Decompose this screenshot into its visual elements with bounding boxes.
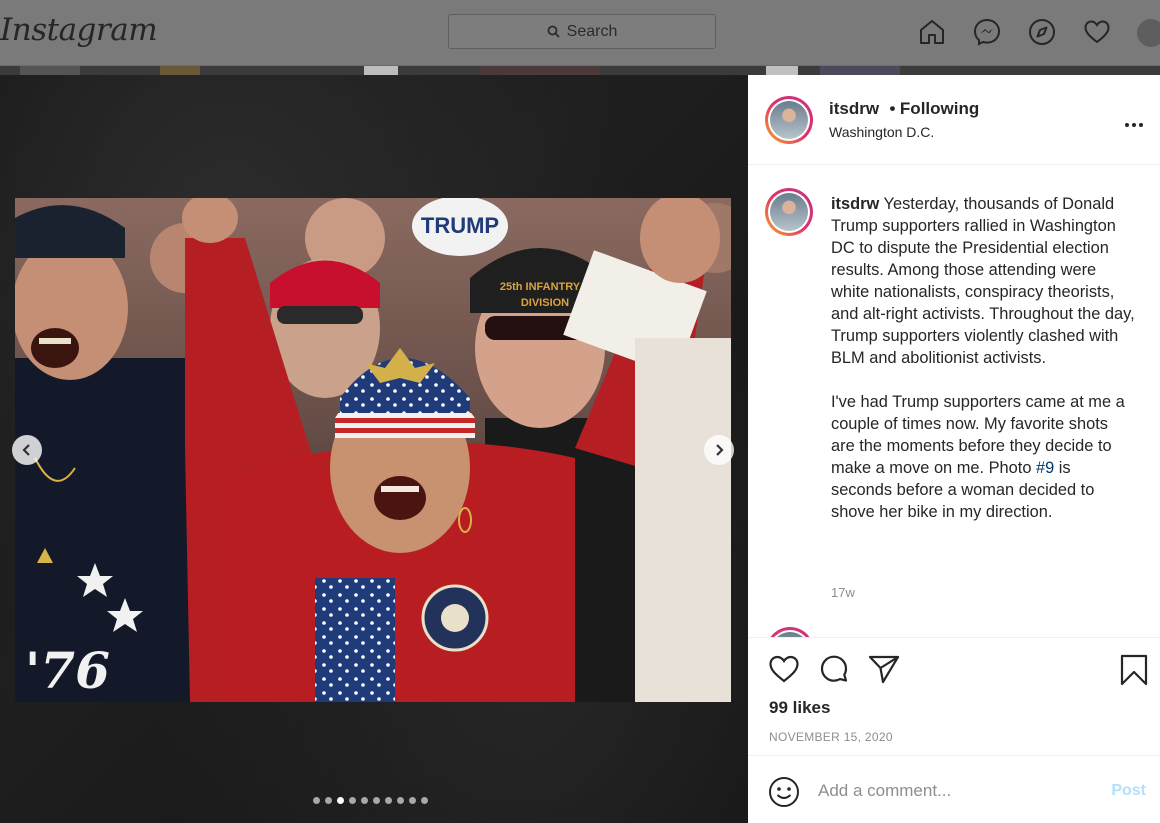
svg-text:'76: '76 [25,641,110,700]
follow-separator: • [889,99,896,118]
caption-age: 17w [831,585,855,600]
next-comment-avatar-peek [766,627,814,637]
smiley-icon [769,777,799,807]
post-location[interactable]: Washington D.C. [829,124,934,140]
caption-paragraph-2-start: I've had Trump supporters came at me a c… [831,393,1125,477]
instagram-logo[interactable]: Instagram [0,12,158,48]
carousel-dot [313,797,320,804]
search-placeholder: Search [566,22,618,40]
carousel-dot [325,797,332,804]
heart-icon[interactable] [1081,16,1113,48]
post-actions-section: 99 likes NOVEMBER 15, 2020 [748,637,1160,755]
post-photo[interactable]: TRUMP '76 25th INFANTRY DIVISION [15,198,731,702]
svg-text:DIVISION: DIVISION [521,297,569,309]
following-button[interactable]: Following [900,99,979,118]
author-avatar[interactable] [765,96,813,144]
carousel-dot [349,797,356,804]
more-horizontal-icon [1125,123,1143,127]
caption-username[interactable]: itsdrw [831,195,879,213]
carousel-dot [397,797,404,804]
carousel-dot [337,797,344,804]
carousel-prev-button[interactable] [12,435,42,465]
svg-text:25th INFANTRY: 25th INFANTRY [500,281,581,293]
caption-paragraph-1: Yesterday, thousands of Donald Trump sup… [831,195,1135,367]
carousel-dot [373,797,380,804]
post-media-area: TRUMP '76 25th INFANTRY DIVISION [0,75,748,823]
emoji-button[interactable] [768,776,800,813]
carousel-dot [361,797,368,804]
more-options-button[interactable] [1124,111,1144,134]
post-comment-button[interactable]: Post [1111,782,1146,800]
caption-author-avatar[interactable] [765,188,813,236]
post-details-panel: itsdrw • Following Washington D.C. itsdr… [748,75,1160,823]
background-feed-strip [0,66,1160,75]
chevron-left-icon [22,444,30,456]
save-button[interactable] [1120,654,1148,691]
home-icon[interactable] [916,16,948,48]
hashtag-link[interactable]: #9 [1036,459,1054,477]
add-comment-section: Add a comment... Post [748,755,1160,823]
profile-avatar[interactable] [1136,16,1160,48]
heart-outline-icon [769,655,799,683]
carousel-dot [409,797,416,804]
explore-icon[interactable] [1026,16,1058,48]
bookmark-icon [1120,654,1148,686]
comment-input[interactable]: Add a comment... [818,781,951,801]
carousel-indicator [313,797,433,804]
author-username[interactable]: itsdrw [829,99,879,118]
chevron-right-icon [716,444,724,456]
likes-count[interactable]: 99 likes [769,698,830,718]
svg-text:TRUMP: TRUMP [421,213,499,238]
carousel-next-button[interactable] [704,435,734,465]
comment-button[interactable] [818,654,850,691]
search-input[interactable]: Search [448,14,716,49]
post-date: NOVEMBER 15, 2020 [769,730,893,744]
search-icon [547,25,560,38]
post-header: itsdrw • Following Washington D.C. [748,75,1160,165]
carousel-dot [385,797,392,804]
messenger-icon[interactable] [971,16,1003,48]
carousel-dot [421,797,428,804]
like-button[interactable] [768,654,800,689]
share-button[interactable] [868,654,900,689]
top-navigation-bar: Instagram Search [0,0,1160,66]
paper-plane-icon [868,655,900,684]
comment-bubble-icon [820,655,848,682]
post-caption: itsdrw Yesterday, thousands of Donald Tr… [831,193,1136,545]
